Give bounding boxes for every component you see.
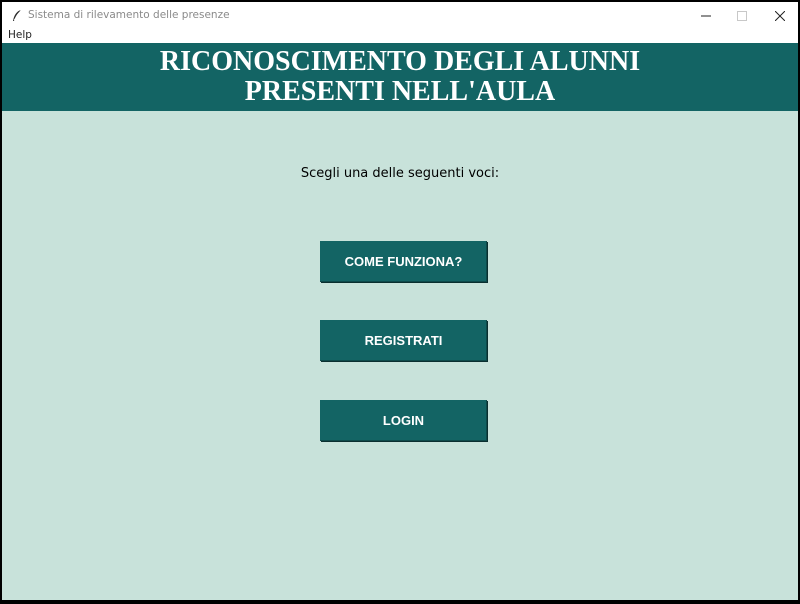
close-icon <box>774 6 786 25</box>
menu-item-help[interactable]: Help <box>8 29 32 42</box>
instruction-text: Scegli una delle seguenti voci: <box>300 166 500 181</box>
login-button[interactable]: LOGIN <box>320 400 487 441</box>
maximize-button[interactable] <box>724 2 760 29</box>
maximize-icon <box>737 6 747 25</box>
registrati-button[interactable]: REGISTRATI <box>320 320 487 361</box>
minimize-icon <box>701 6 711 25</box>
header-title-line-2: PRESENTI NELL'AULA <box>244 76 556 107</box>
header-title-line-1: RICONOSCIMENTO DEGLI ALUNNI <box>159 46 641 77</box>
window-title: Sistema di rilevamento delle presenze <box>28 9 230 21</box>
come-funziona-button[interactable]: COME FUNZIONA? <box>320 241 487 282</box>
minimize-button[interactable] <box>688 2 724 29</box>
close-button[interactable] <box>762 2 798 29</box>
app-window: Sistema di rilevamento delle presenze He… <box>2 2 798 600</box>
title-bar[interactable]: Sistema di rilevamento delle presenze <box>2 2 798 29</box>
feather-icon <box>11 8 23 22</box>
menu-bar: Help <box>2 29 798 43</box>
page-header: RICONOSCIMENTO DEGLI ALUNNI PRESENTI NEL… <box>2 43 798 111</box>
